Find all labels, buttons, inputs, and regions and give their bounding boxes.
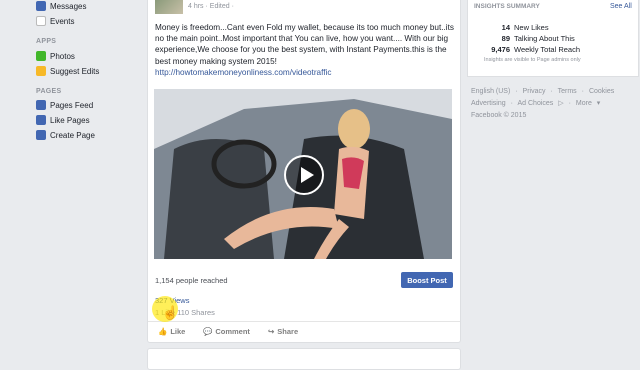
pages-feed-icon — [36, 100, 46, 110]
comment-label: Comment — [215, 327, 250, 336]
boost-post-button[interactable]: Boost Post — [401, 272, 453, 288]
privacy-link[interactable]: Privacy — [523, 88, 546, 95]
nav-item-messages[interactable]: Messages — [36, 0, 86, 12]
share-label: Share — [277, 327, 299, 336]
like-label: Like — [170, 327, 186, 336]
video-player[interactable] — [154, 89, 452, 259]
nav-item-pages-feed[interactable]: Pages Feed — [36, 99, 93, 111]
photos-icon — [36, 51, 46, 61]
next-post-card — [147, 348, 461, 370]
nav-item-like-pages[interactable]: Like Pages — [36, 114, 90, 126]
copyright: Facebook © 2015 — [471, 112, 527, 119]
people-reached: 1,154 people reached — [155, 276, 228, 285]
nav-label: Photos — [50, 51, 75, 61]
avatar[interactable] — [155, 0, 183, 14]
nav-label: Suggest Edits — [50, 66, 100, 76]
insights-value: 89 — [501, 34, 510, 43]
footer-dot: · — [568, 100, 571, 107]
terms-link[interactable]: Terms — [558, 88, 577, 95]
thumbs-up-icon: 👍 — [158, 327, 168, 336]
footer-dot: · — [550, 88, 553, 95]
like-pages-icon — [36, 115, 46, 125]
footer-links: English (US) · Privacy · Terms · Cookies… — [471, 86, 639, 122]
nav-label: Pages Feed — [50, 100, 94, 110]
post-meta[interactable]: 4 hrs · Edited · — [188, 3, 234, 10]
post-actions: 👍 Like 💬 Comment ↪ Share — [148, 321, 460, 342]
like-button[interactable]: 👍 Like — [158, 327, 185, 336]
ad-choices-icon: ▷ — [558, 100, 564, 107]
events-icon — [36, 16, 46, 26]
chevron-down-icon: ▾ — [596, 100, 601, 107]
nav-label: Create Page — [50, 130, 95, 140]
more-link[interactable]: More — [576, 100, 592, 107]
share-icon: ↪ — [268, 327, 275, 336]
footer-dot: · — [510, 100, 513, 107]
language-link[interactable]: English (US) — [471, 88, 510, 95]
create-page-icon — [36, 130, 46, 140]
nav-item-suggest-edits[interactable]: Suggest Edits — [36, 65, 99, 77]
comment-button[interactable]: 💬 Comment — [203, 327, 250, 336]
insights-label: Weekly Total Reach — [514, 45, 581, 54]
footer-dot: · — [581, 88, 584, 95]
nav-label: Messages — [50, 1, 87, 11]
post-link[interactable]: http://howtomakemoneyonliness.com/videot… — [155, 68, 331, 77]
nav-label: Events — [50, 16, 75, 26]
apps-header: APPS — [36, 38, 57, 45]
insights-value: 14 — [501, 23, 510, 32]
post-body: Money is freedom...Cant even Fold my wal… — [155, 23, 454, 66]
nav-item-create-page[interactable]: Create Page — [36, 129, 95, 141]
pointer-cursor-icon: ☝ — [162, 305, 179, 320]
pages-header: PAGES — [36, 88, 62, 95]
footer-dot: · — [515, 88, 518, 95]
see-all-link[interactable]: See All — [610, 3, 632, 10]
post-text: Money is freedom...Cant even Fold my wal… — [155, 22, 455, 78]
insights-header: INSIGHTS SUMMARY — [474, 3, 540, 10]
nav-item-events[interactable]: Events — [36, 15, 74, 27]
insights-label: New Likes — [514, 23, 549, 32]
footer-line-2: Advertising · Ad Choices ▷ · More ▾ — [471, 98, 639, 110]
share-button[interactable]: ↪ Share — [268, 327, 298, 336]
nav-item-photos[interactable]: Photos — [36, 50, 75, 62]
advertising-link[interactable]: Advertising — [471, 100, 506, 107]
nav-label: Like Pages — [50, 115, 90, 125]
insights-label: Talking About This — [514, 34, 575, 43]
messages-icon — [36, 1, 46, 11]
ad-choices-link[interactable]: Ad Choices — [518, 100, 554, 107]
left-nav: Messages Events APPS Photos Suggest Edit… — [0, 0, 140, 360]
cookies-link[interactable]: Cookies — [589, 88, 614, 95]
suggest-edits-icon — [36, 66, 46, 76]
insights-note: Insights are visible to Page admins only — [484, 57, 581, 63]
post-card: 4 hrs · Edited · Money is freedom...Cant… — [147, 0, 461, 343]
footer-line-1: English (US) · Privacy · Terms · Cookies — [471, 86, 639, 98]
comment-icon: 💬 — [203, 327, 213, 336]
insights-value: 9,476 — [491, 45, 510, 54]
insights-summary: INSIGHTS SUMMARY See All 14 New Likes 89… — [467, 0, 639, 77]
play-icon[interactable] — [284, 155, 324, 195]
